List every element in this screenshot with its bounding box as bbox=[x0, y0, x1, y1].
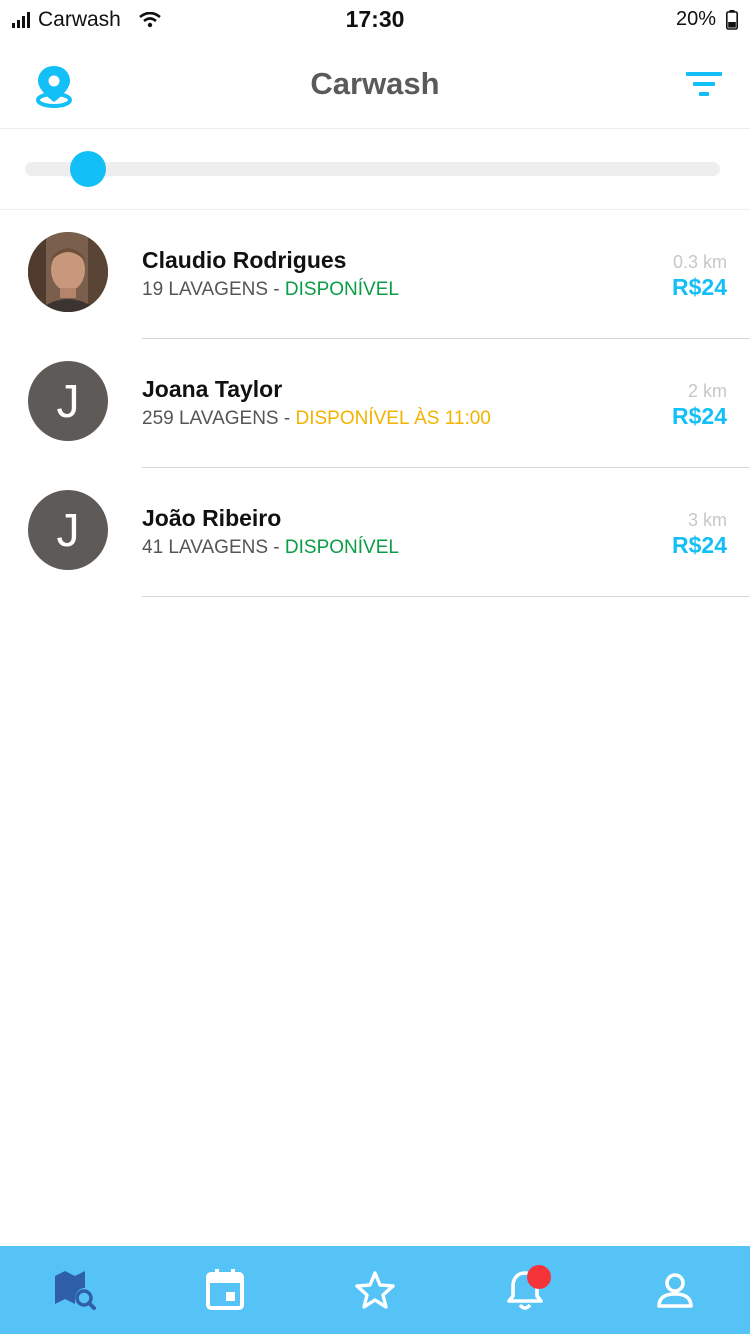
page-title: Carwash bbox=[310, 66, 440, 101]
app-header: Carwash bbox=[0, 40, 750, 129]
status-bar: Carwash 17:30 20% bbox=[0, 0, 750, 40]
tab-map-search[interactable] bbox=[0, 1246, 150, 1334]
price: R$24 bbox=[672, 274, 727, 300]
filter-button[interactable] bbox=[684, 70, 724, 100]
wash-count: 19 LAVAGENS bbox=[142, 279, 269, 300]
divider bbox=[142, 596, 750, 597]
avatar: J bbox=[28, 490, 108, 570]
distance: 0.3 km bbox=[672, 252, 727, 272]
tab-calendar[interactable] bbox=[150, 1246, 300, 1334]
avatar-initial: J bbox=[56, 375, 80, 427]
washer-list: Claudio Rodrigues 19 LAVAGENS - DISPONÍV… bbox=[0, 210, 750, 597]
tab-notifications[interactable] bbox=[450, 1246, 600, 1334]
avatar bbox=[28, 232, 108, 312]
tab-bar bbox=[0, 1246, 750, 1334]
notification-badge bbox=[527, 1265, 551, 1289]
distance: 3 km bbox=[687, 510, 727, 530]
slider-thumb[interactable] bbox=[69, 151, 106, 187]
wash-count: 259 LAVAGENS bbox=[142, 408, 279, 429]
screen: Carwash 17:30 20% Carwash Claudio Rodrig… bbox=[0, 0, 750, 1334]
separator: - bbox=[278, 408, 296, 429]
washer-meta: 19 LAVAGENS - DISPONÍVEL bbox=[142, 279, 399, 301]
map-search-icon bbox=[55, 1271, 96, 1310]
avatar-initial: J bbox=[56, 504, 80, 556]
washer-name: Joana Taylor bbox=[142, 376, 283, 402]
battery-percent: 20% bbox=[675, 8, 716, 30]
battery-icon bbox=[726, 9, 738, 30]
washer-meta: 41 LAVAGENS - DISPONÍVEL bbox=[142, 537, 399, 559]
distance-slider-section bbox=[0, 129, 750, 210]
avatar-photo bbox=[28, 232, 108, 312]
filter-icon bbox=[686, 72, 722, 96]
calendar-icon bbox=[206, 1269, 244, 1310]
status-right: 20% bbox=[676, 8, 738, 31]
distance: 2 km bbox=[687, 381, 727, 401]
price: R$24 bbox=[672, 532, 727, 558]
separator: - bbox=[268, 279, 285, 300]
availability-status: DISPONÍVEL ÀS 11:00 bbox=[295, 408, 491, 429]
availability-status: DISPONÍVEL bbox=[284, 279, 399, 300]
availability-status: DISPONÍVEL bbox=[284, 537, 399, 558]
separator: - bbox=[268, 537, 285, 558]
avatar: J bbox=[28, 361, 108, 441]
wash-count: 41 LAVAGENS bbox=[142, 537, 269, 558]
tab-profile[interactable] bbox=[600, 1246, 750, 1334]
list-item[interactable]: J João Ribeiro 41 LAVAGENS - DISPONÍVEL … bbox=[0, 468, 750, 597]
tab-favorites[interactable] bbox=[300, 1246, 450, 1334]
distance-slider[interactable] bbox=[25, 151, 720, 187]
washer-name: Claudio Rodrigues bbox=[142, 247, 347, 273]
list-item[interactable]: J Joana Taylor 259 LAVAGENS - DISPONÍVEL… bbox=[0, 339, 750, 468]
status-time: 17:30 bbox=[345, 6, 405, 32]
price: R$24 bbox=[672, 403, 727, 429]
star-icon bbox=[355, 1271, 395, 1309]
user-icon bbox=[657, 1273, 693, 1308]
washer-meta: 259 LAVAGENS - DISPONÍVEL ÀS 11:00 bbox=[142, 408, 491, 430]
washer-name: João Ribeiro bbox=[142, 505, 282, 531]
list-item[interactable]: Claudio Rodrigues 19 LAVAGENS - DISPONÍV… bbox=[0, 210, 750, 339]
